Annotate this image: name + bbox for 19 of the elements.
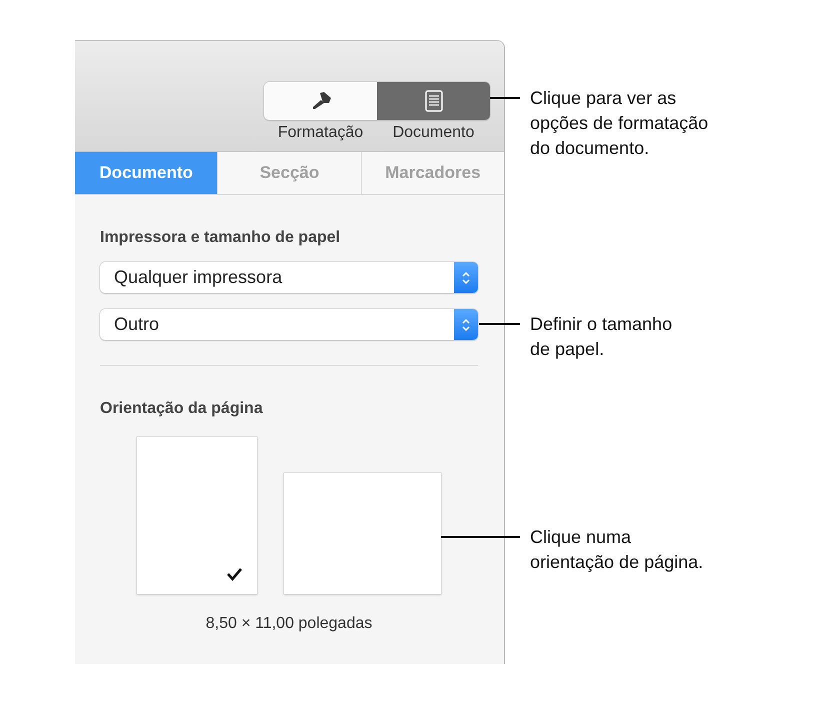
paper-size-caption: 8,50 × 11,00 polegadas	[204, 615, 374, 633]
stepper-icon	[461, 270, 471, 286]
tab[interactable]: Documento	[75, 152, 218, 194]
section-heading: Impressora e tamanho de papel	[100, 229, 342, 247]
checkmark-icon	[226, 567, 243, 581]
segment-label: Documento	[392, 124, 476, 142]
format-button[interactable]	[264, 82, 377, 120]
stepper-icon	[461, 316, 471, 332]
document-button[interactable]	[377, 82, 490, 120]
section-heading: Orientação da página	[100, 400, 264, 418]
leader-line	[490, 97, 520, 99]
callout-text: Clique para ver as opções de formatação do documento.	[530, 87, 708, 160]
callout-text: Definir o tamanho de papel.	[530, 313, 672, 361]
leader-line	[479, 323, 520, 325]
popup-menu[interactable]: Qualquer impressora	[100, 262, 478, 293]
segment-label: Formatação	[276, 124, 364, 142]
document-icon	[424, 90, 442, 112]
callout-text: Clique numa orientação de página.	[530, 526, 704, 574]
popup-menu[interactable]: Outro	[100, 309, 478, 340]
